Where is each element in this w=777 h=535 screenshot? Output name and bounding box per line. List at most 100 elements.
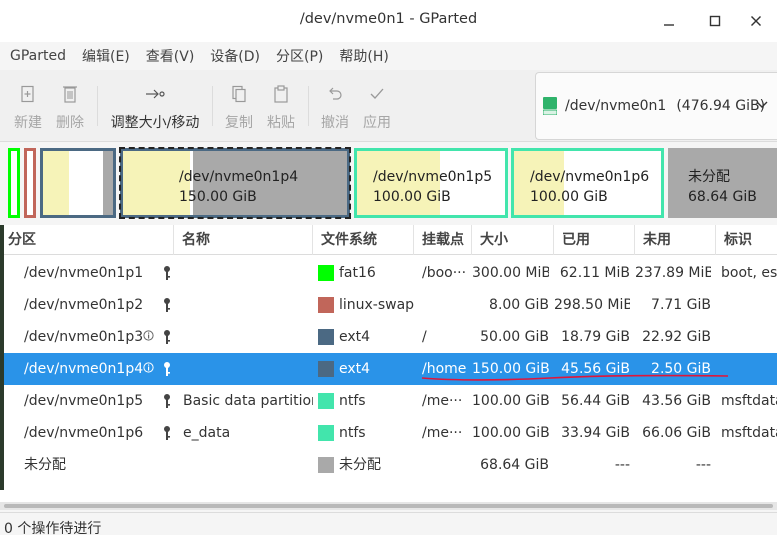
status-bar: 0 个操作待进行	[0, 512, 777, 535]
table-row[interactable]: /dev/nvme0n1p1 fat16/boo··· 300.00 MiB 62.1…	[0, 257, 777, 289]
cell-flags: msftdata	[721, 393, 777, 409]
filesystem-color-swatch	[318, 425, 334, 441]
left-window-strip	[0, 225, 4, 490]
resize-move-button[interactable]: 调整大小/移动	[106, 82, 204, 132]
new-icon	[21, 85, 34, 103]
cell-fs: linux-swap	[339, 297, 414, 313]
menu-bar: GParted 编辑(E) 查看(V) 设备(D) 分区(P) 帮助(H)	[0, 42, 777, 70]
cell-fs: ntfs	[339, 425, 366, 441]
cell-fs: ext4	[339, 329, 371, 345]
col-unused[interactable]: 未用	[635, 225, 716, 255]
maximize-button[interactable]	[702, 8, 728, 34]
map-unalloc-name: 未分配	[688, 169, 730, 185]
cell-used: ---	[614, 457, 630, 473]
col-size[interactable]: 大小	[472, 225, 554, 255]
undo-button[interactable]: 撤消	[318, 82, 352, 132]
cell-name: e_data	[183, 425, 231, 441]
key-icon	[164, 426, 170, 440]
col-partition[interactable]: 分区	[0, 225, 174, 255]
red-underline-annotation	[421, 374, 729, 381]
col-mountpoint[interactable]: 挂载点	[414, 225, 472, 255]
menu-gparted[interactable]: GParted	[4, 48, 72, 64]
filesystem-color-swatch	[318, 393, 334, 409]
map-block-p6[interactable]: /dev/nvme0n1p6 100.00 GiB	[511, 148, 664, 218]
cell-size: 8.00 GiB	[489, 297, 549, 313]
cell-partition: /dev/nvme0n1p5	[24, 393, 144, 409]
cell-mount: /	[422, 329, 427, 345]
table-row[interactable]: /dev/nvme0n1p6 e_data ntfs/me··· 100.00 GiB…	[0, 417, 777, 449]
new-button[interactable]: 新建	[10, 82, 46, 132]
map-unalloc-size: 68.64 GiB	[688, 189, 757, 205]
cell-flags	[721, 289, 777, 321]
map-block-p2[interactable]	[24, 148, 36, 218]
chevron-down-icon	[756, 101, 768, 108]
map-block-p1[interactable]	[8, 148, 20, 218]
cell-flags: msftdata	[721, 425, 777, 441]
col-used[interactable]: 已用	[554, 225, 635, 255]
table-row[interactable]: /dev/nvme0n1p3 ext4/50.00 GiB 18.79 GiB 22.…	[0, 321, 777, 353]
map-block-p5[interactable]: /dev/nvme0n1p5 100.00 GiB	[354, 148, 508, 218]
map-block-unallocated[interactable]: 未分配 68.64 GiB	[668, 148, 777, 218]
cell-name	[183, 321, 313, 353]
filesystem-color-swatch	[318, 297, 334, 313]
disk-icon	[543, 97, 557, 115]
map-p4-name: /dev/nvme0n1p4	[179, 169, 299, 185]
cell-used: 298.50 MiB	[554, 297, 630, 313]
toolbar-separator	[212, 86, 213, 126]
cell-size: 100.00 GiB	[472, 393, 549, 409]
col-filesystem[interactable]: 文件系统	[313, 225, 414, 255]
filesystem-color-swatch	[318, 361, 334, 377]
partition-table: 分区 名称 文件系统 挂载点 大小 已用 未用 标识 /dev/nvme0n1p…	[0, 225, 777, 505]
table-row[interactable]: 未分配 未分配 68.64 GiB --- ---	[0, 449, 777, 481]
key-icon	[164, 394, 170, 408]
menu-device[interactable]: 设备(D)	[204, 46, 266, 66]
copy-button[interactable]: 复制	[222, 82, 256, 132]
title-bar: /dev/nvme0n1 - GParted	[0, 0, 777, 42]
cell-size: 100.00 GiB	[472, 425, 549, 441]
cell-used: 33.94 GiB	[561, 425, 630, 441]
delete-button[interactable]: 删除	[52, 82, 88, 132]
device-selector[interactable]: /dev/nvme0n1 (476.94 GiB)	[535, 72, 777, 140]
menu-help[interactable]: 帮助(H)	[333, 46, 394, 66]
cell-partition: /dev/nvme0n1p6	[24, 425, 144, 441]
table-header: 分区 名称 文件系统 挂载点 大小 已用 未用 标识	[0, 225, 777, 255]
info-icon	[143, 330, 154, 341]
cell-mount	[422, 289, 470, 321]
cell-used: 56.44 GiB	[561, 393, 630, 409]
map-p6-name: /dev/nvme0n1p6	[530, 169, 650, 185]
key-icon	[164, 298, 170, 312]
cell-flags	[721, 449, 777, 481]
horizontal-scrollbar[interactable]	[0, 502, 777, 510]
partition-map: /dev/nvme0n1p4 150.00 GiB /dev/nvme0n1p5…	[0, 142, 777, 224]
paste-button[interactable]: 粘贴	[264, 82, 298, 132]
map-block-p3[interactable]	[40, 148, 116, 218]
col-flags[interactable]: 标识	[716, 225, 777, 255]
menu-partition[interactable]: 分区(P)	[270, 46, 329, 66]
minimize-button[interactable]	[656, 8, 682, 34]
table-row[interactable]: /dev/nvme0n1p2 linux-swap 8.00 GiB 298.50 M…	[0, 289, 777, 321]
map-p5-name: /dev/nvme0n1p5	[373, 169, 493, 185]
cell-unused: 43.56 GiB	[642, 393, 711, 409]
cell-size: 300.00 MiB	[472, 265, 549, 281]
cell-size: 50.00 GiB	[480, 329, 549, 345]
cell-name	[183, 449, 313, 481]
paste-icon	[274, 85, 288, 103]
apply-button[interactable]: 应用	[360, 82, 394, 132]
map-p6-size: 100.00 GiB	[530, 189, 608, 205]
cell-fs: fat16	[339, 265, 376, 281]
resize-move-label: 调整大小/移动	[110, 115, 200, 131]
map-p5-size: 100.00 GiB	[373, 189, 451, 205]
menu-edit[interactable]: 编辑(E)	[76, 46, 136, 66]
pending-operations-status: 0 个操作待进行	[4, 521, 102, 535]
col-name[interactable]: 名称	[174, 225, 313, 255]
menu-view[interactable]: 查看(V)	[140, 46, 201, 66]
device-name: /dev/nvme0n1	[565, 98, 667, 114]
scrollbar-thumb[interactable]	[4, 504, 773, 508]
close-button[interactable]	[743, 8, 769, 34]
map-block-p4[interactable]: /dev/nvme0n1p4 150.00 GiB	[119, 147, 351, 219]
table-row[interactable]: /dev/nvme0n1p5 Basic data partition ntfs/m…	[0, 385, 777, 417]
cell-unused: 22.92 GiB	[642, 329, 711, 345]
cell-used: 18.79 GiB	[561, 329, 630, 345]
cell-partition: 未分配	[24, 457, 66, 473]
resize-icon	[146, 89, 165, 99]
